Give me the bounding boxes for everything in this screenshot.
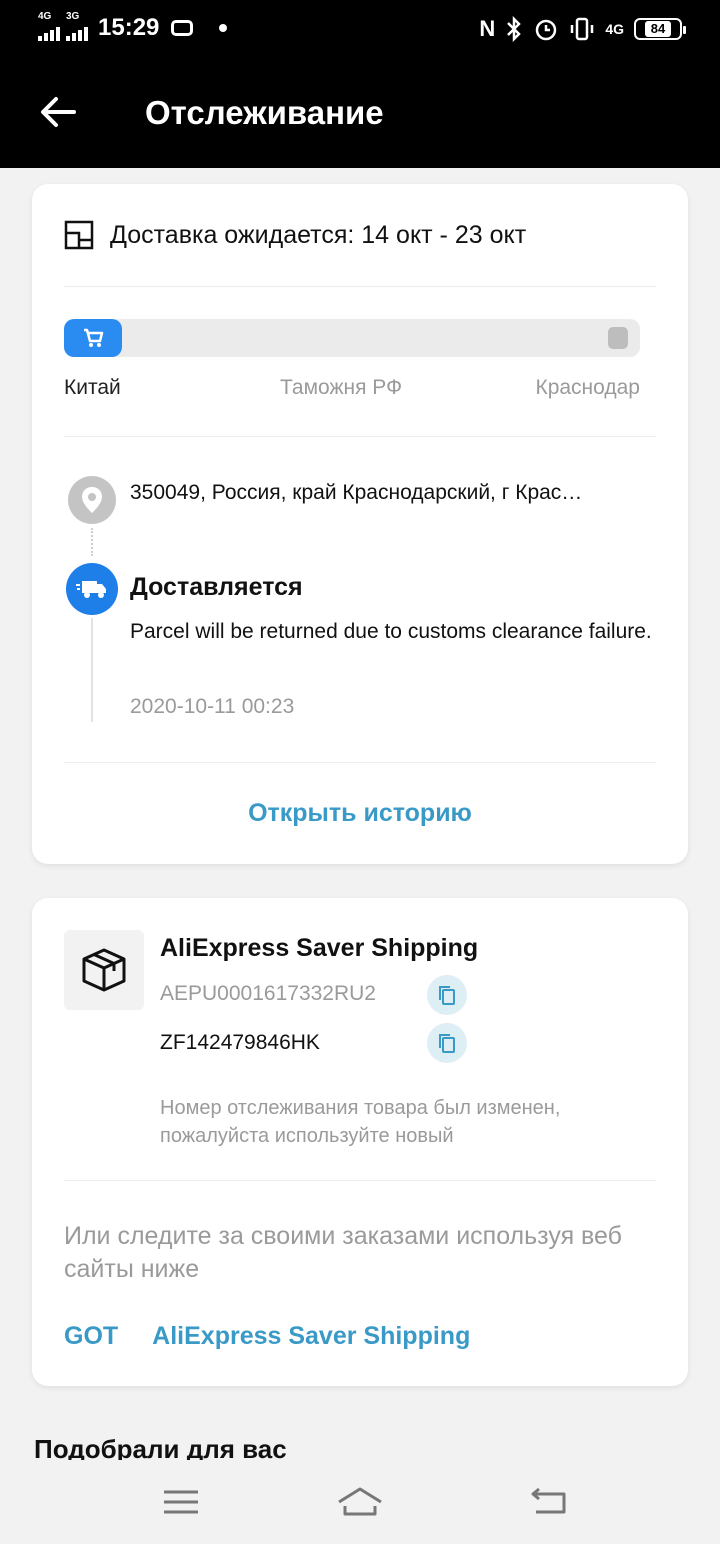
tracking-number-new: ZF142479846HK (160, 1031, 320, 1054)
destination-icon (608, 327, 628, 349)
progress-fill (64, 319, 122, 357)
tracking-card: Доставка ожидается: 14 окт - 23 окт Кита… (32, 184, 688, 864)
timeline-line (91, 618, 93, 722)
page-title: Отслеживание (145, 94, 384, 131)
calendar-icon (64, 220, 94, 250)
event-time: 2020-10-11 00:23 (130, 695, 295, 718)
back-arrow-icon[interactable] (38, 92, 78, 132)
delivery-estimate-text: Доставка ожидается: 14 окт - 23 окт (110, 220, 527, 249)
timeline-connector (91, 528, 93, 556)
shipment-card: AliExpress Saver Shipping AEPU0001617332… (32, 898, 688, 1386)
divider (64, 1180, 656, 1181)
bluetooth-icon (507, 16, 522, 42)
got-link[interactable]: GOT (64, 1322, 118, 1351)
carrier-name: AliExpress Saver Shipping (160, 934, 479, 962)
event-description: Parcel will be returned due to customs c… (130, 620, 652, 643)
divider (64, 436, 656, 437)
alarm-icon (536, 19, 557, 41)
signal-icon: 4G (38, 12, 60, 41)
stage-label: Таможня РФ (280, 376, 403, 399)
cart-icon (83, 328, 104, 347)
network-type: 4G (605, 21, 624, 37)
tracking-links: GOT AliExpress Saver Shipping (64, 1322, 470, 1351)
vibrate-icon (571, 17, 594, 41)
notification-dot-icon (219, 24, 228, 32)
delivery-estimate: Доставка ожидается: 14 окт - 23 окт (64, 220, 526, 250)
tracking-number-old: AEPU0001617332RU2 (160, 982, 376, 1005)
copy-icon[interactable] (427, 1023, 467, 1063)
stage-label: Краснодар (535, 376, 640, 399)
delivery-address: 350049, Россия, край Краснодарский, г Кр… (130, 481, 583, 504)
back-nav-icon[interactable] (524, 1482, 574, 1522)
truck-icon (66, 563, 118, 615)
location-pin-icon (68, 476, 116, 524)
nfc-icon: N (479, 16, 496, 41)
progress-bar (64, 319, 640, 357)
divider (64, 762, 656, 763)
app-header: Отслеживание (0, 60, 720, 168)
aliexpress-shipping-link[interactable]: AliExpress Saver Shipping (152, 1322, 470, 1351)
battery-icon: 84 (634, 18, 686, 40)
menu-icon[interactable] (156, 1482, 206, 1522)
divider (64, 286, 656, 287)
tracking-change-note: Номер отслеживания товара был изменен, п… (160, 1097, 561, 1147)
copy-icon[interactable] (427, 975, 467, 1015)
open-history-link[interactable]: Открыть историю (32, 799, 688, 828)
home-icon[interactable] (335, 1482, 385, 1522)
screen-record-icon (171, 20, 194, 36)
clock: 15:29 (98, 14, 160, 41)
tracking-websites-text: Или следите за своими заказами используя… (64, 1222, 622, 1283)
status-bar: 4G 3G 15:29 N 4G 84 (0, 0, 720, 60)
system-nav-bar (0, 1460, 720, 1544)
event-title: Доставляется (130, 573, 303, 601)
signal-icon-2: 3G (66, 12, 88, 41)
package-icon (64, 930, 144, 1010)
stage-label: Китай (64, 376, 121, 399)
